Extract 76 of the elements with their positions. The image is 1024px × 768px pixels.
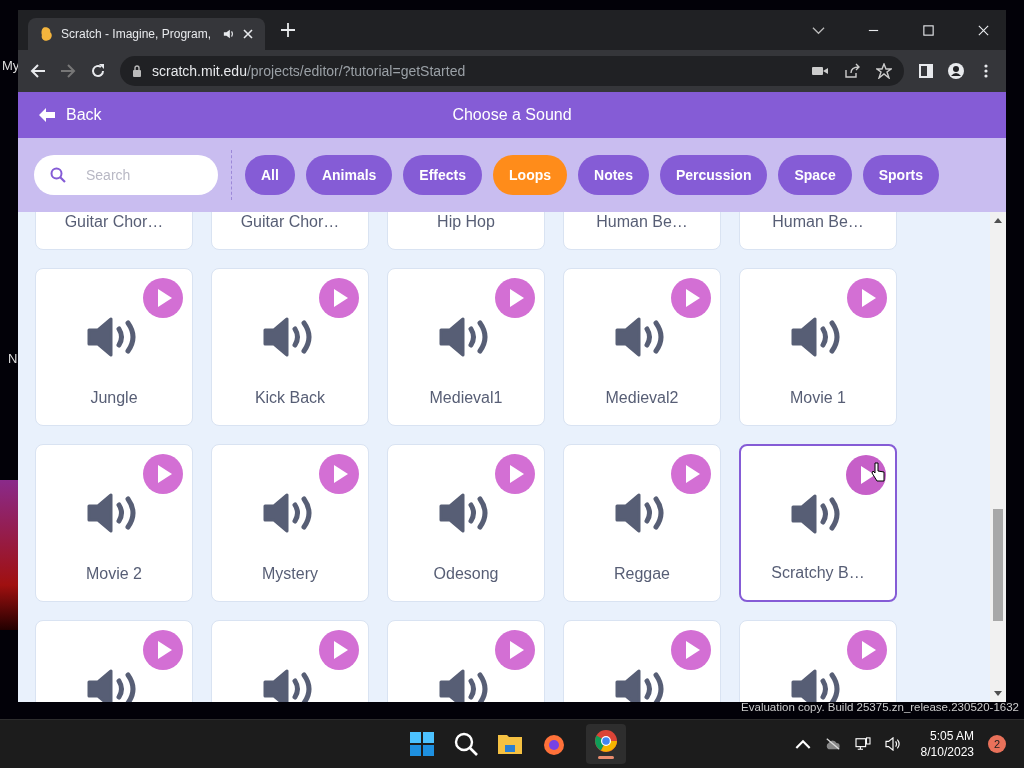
sound-card[interactable]: Movie 2 [35,444,193,602]
folder-icon[interactable] [498,732,522,756]
round-browser-icon [594,729,618,753]
sound-card[interactable]: Movie 1 [739,268,897,426]
category-tab[interactable]: All [245,155,295,195]
speaker-icon [223,28,235,40]
category-tab[interactable]: Sports [862,155,940,195]
category-tab[interactable]: Notes [578,155,649,195]
clock-time[interactable]: 5:05 AM [929,729,974,743]
profile-icon[interactable] [948,63,964,79]
sound-card[interactable]: Reggae [563,444,721,602]
hand-cursor-icon [871,462,885,482]
close-icon[interactable] [243,29,253,39]
sound-name: Medieval1 [429,389,503,407]
category-tab[interactable]: Animals [305,155,393,195]
sound-card[interactable]: Human Be… [739,212,897,250]
taskbar-app[interactable] [586,724,626,764]
sound-card[interactable]: Medieval1 [387,268,545,426]
url-path: /projects/editor/?tutorial=getStarted [246,63,466,79]
share-icon[interactable] [844,63,860,79]
sound-name: Human Be… [772,213,864,231]
sound-name: Scratchy B… [771,564,865,582]
network-icon[interactable] [854,737,871,751]
sound-card[interactable]: Odesong [387,444,545,602]
sound-card[interactable]: Kick Back [211,268,369,426]
sound-card[interactable]: Jungle [35,268,193,426]
star-icon[interactable] [876,63,892,79]
sound-name: Guitar Chor… [240,213,340,231]
side-panel-icon[interactable] [918,63,934,79]
url-host: scratch.mit.edu [152,63,247,79]
evaluation-notice: Evaluation copy. Build 25375.zn_release.230520-1632 [741,701,1019,713]
back-arrow-icon[interactable] [30,63,46,79]
sound-card[interactable]: Guitar Chor… [211,212,369,250]
clock-date[interactable]: 8/10/2023 [920,745,974,759]
close-icon[interactable] [977,23,990,37]
sound-name: Reggae [613,565,670,583]
sound-name: Jungle [90,389,138,407]
sound-name: Kick Back [254,389,326,407]
search-icon[interactable] [454,732,478,756]
sound-card[interactable]: Mystery [211,444,369,602]
sound-name: Mystery [262,565,318,583]
cloud-off-icon[interactable] [824,737,841,751]
search-icon [50,167,66,183]
sound-name: Guitar Chor… [64,213,164,231]
category-tab[interactable]: Percussion [659,155,768,195]
dialog-title: Choose a Sound [452,106,572,124]
address-bar[interactable]: scratch.mit.edu/projects/editor/?tutorial=getStarted [120,56,904,86]
sound-card[interactable]: Medieval2 [563,268,721,426]
back-button[interactable]: Back [38,106,102,124]
scrollbar[interactable] [990,212,1006,702]
lock-icon [132,65,142,77]
search-field[interactable]: Search [34,155,218,195]
back-arrow-icon [38,107,56,123]
category-tab[interactable]: Effects [403,155,483,195]
browser-tab[interactable]: Scratch - Imagine, Program, [28,18,265,50]
windows-start-icon[interactable] [410,732,434,756]
new-tab-icon[interactable] [281,23,295,37]
desktop-label: N [8,351,18,366]
maximize-icon[interactable] [922,23,935,37]
sound-name: Movie 2 [86,565,142,583]
forward-arrow-icon[interactable] [60,63,76,79]
volume-icon[interactable] [884,737,901,751]
sound-name: Odesong [433,565,499,583]
sound-card[interactable]: Guitar Chor… [35,212,193,250]
chevron-up-icon[interactable] [794,737,811,751]
sound-card[interactable]: Hip Hop [387,212,545,250]
category-tab[interactable]: Space [778,155,852,195]
sound-card[interactable]: Human Be… [563,212,721,250]
sound-name: Human Be… [596,213,688,231]
sound-name: Medieval2 [605,389,679,407]
desktop-label: My [2,58,20,73]
sound-name: Hip Hop [437,213,495,231]
sound-name: Movie 1 [790,389,846,407]
sound-card[interactable]: Scratchy B… [739,444,897,602]
reload-icon[interactable] [90,63,106,79]
notification-badge[interactable]: 2 [988,735,1006,753]
